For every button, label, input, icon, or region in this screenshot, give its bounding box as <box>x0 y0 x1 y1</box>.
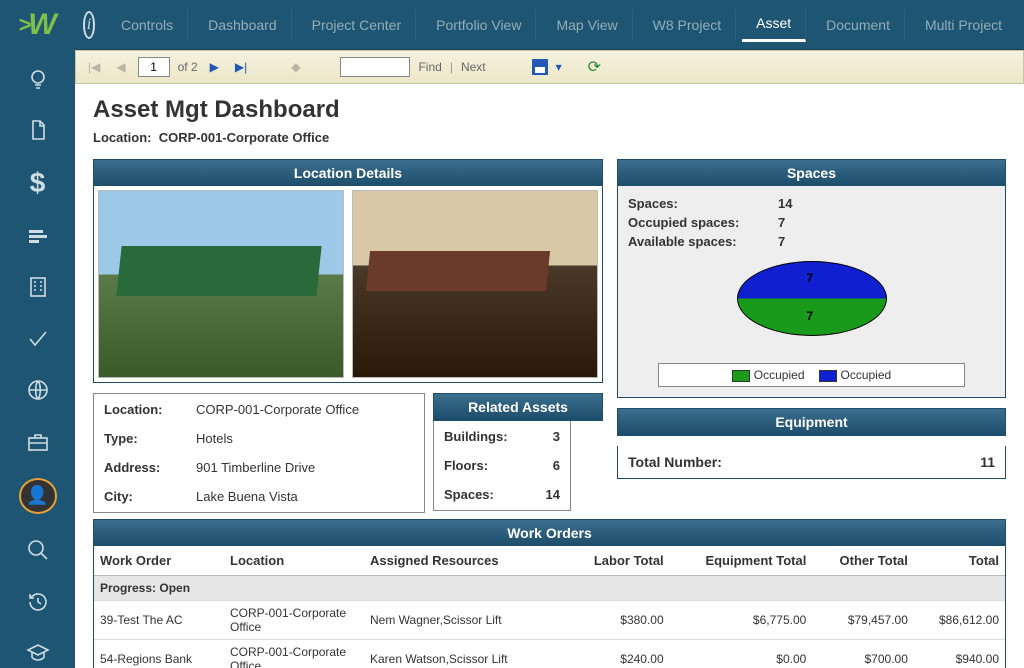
bars-icon[interactable] <box>19 221 57 250</box>
table-row[interactable]: 54-Regions BankCORP-001-Corporate Office… <box>94 640 1005 668</box>
last-page-icon[interactable]: ▶| <box>231 60 251 74</box>
location-photo-1 <box>98 190 344 378</box>
next-page-icon[interactable]: ▶ <box>206 60 223 74</box>
location-photo-2 <box>352 190 598 378</box>
parent-report-icon: ◆ <box>287 60 304 74</box>
prev-page-icon: ◀ <box>112 60 129 74</box>
find-button[interactable]: Find <box>418 60 441 74</box>
sidebar: >W $ 👤 <box>0 0 75 668</box>
work-orders-panel: Work Orders Work Order Location Assigned… <box>93 519 1006 668</box>
logo: >W <box>18 8 56 42</box>
top-tabs: i Controls Dashboard Project Center Port… <box>75 0 1024 50</box>
lightbulb-icon[interactable] <box>19 64 57 93</box>
tab-portfolio-view[interactable]: Portfolio View <box>422 9 536 41</box>
tab-w8-project[interactable]: W8 Project <box>639 9 736 41</box>
document-icon[interactable] <box>19 115 57 144</box>
first-page-icon: |◀ <box>84 60 104 74</box>
spaces-legend: Occupied Occupied <box>658 363 965 387</box>
avatar[interactable]: 👤 <box>19 478 57 513</box>
tab-project-center[interactable]: Project Center <box>298 9 416 41</box>
tab-multi-project[interactable]: Multi Project <box>911 9 1016 41</box>
equipment-table: Total Number:11 <box>617 446 1006 479</box>
page-number-input[interactable] <box>138 57 170 77</box>
spaces-pie-chart: 7 7 <box>628 261 995 351</box>
tab-controls[interactable]: Controls <box>107 9 188 41</box>
page-title: Asset Mgt Dashboard <box>93 96 1006 124</box>
find-input[interactable] <box>340 57 410 77</box>
table-row[interactable]: 39-Test The ACCORP-001-Corporate OfficeN… <box>94 601 1005 640</box>
related-assets-header: Related Assets <box>433 393 603 421</box>
check-icon[interactable] <box>19 324 57 353</box>
equipment-panel: Equipment <box>617 408 1006 436</box>
location-fields-table: Location:CORP-001-Corporate Office Type:… <box>93 393 425 513</box>
tab-document[interactable]: Document <box>812 9 905 41</box>
related-assets-table: Buildings:3 Floors:6 Spaces:14 <box>433 421 571 511</box>
spaces-header: Spaces <box>618 160 1005 186</box>
report-content: Asset Mgt Dashboard Location: CORP-001-C… <box>75 84 1024 668</box>
find-next-button[interactable]: Next <box>461 60 486 74</box>
location-line: Location: CORP-001-Corporate Office <box>93 130 1006 145</box>
refresh-icon[interactable]: ⟳ <box>588 57 601 77</box>
tab-dashboard[interactable]: Dashboard <box>194 9 292 41</box>
info-icon[interactable]: i <box>83 11 95 39</box>
equipment-header: Equipment <box>618 409 1005 435</box>
globe-icon[interactable] <box>19 375 57 404</box>
report-toolbar: |◀ ◀ of 2 ▶ ▶| ◆ Find | Next ▾ ⟳ <box>75 50 1024 84</box>
tab-map-view[interactable]: Map View <box>542 9 632 41</box>
spaces-panel: Spaces Spaces:14 Occupied spaces:7 Avail… <box>617 159 1006 398</box>
work-orders-table: Work Order Location Assigned Resources L… <box>94 546 1005 668</box>
history-icon[interactable] <box>19 587 57 616</box>
location-details-header: Location Details <box>94 160 602 186</box>
graduation-icon[interactable] <box>19 639 57 668</box>
tab-asset[interactable]: Asset <box>742 7 806 42</box>
page-of-label: of 2 <box>178 60 198 74</box>
briefcase-icon[interactable] <box>19 427 57 456</box>
location-details-panel: Location Details <box>93 159 603 383</box>
building-icon[interactable] <box>19 272 57 301</box>
search-icon[interactable] <box>19 536 57 565</box>
work-orders-header: Work Orders <box>94 520 1005 546</box>
dollar-icon[interactable]: $ <box>19 167 57 199</box>
export-icon[interactable] <box>532 59 548 75</box>
